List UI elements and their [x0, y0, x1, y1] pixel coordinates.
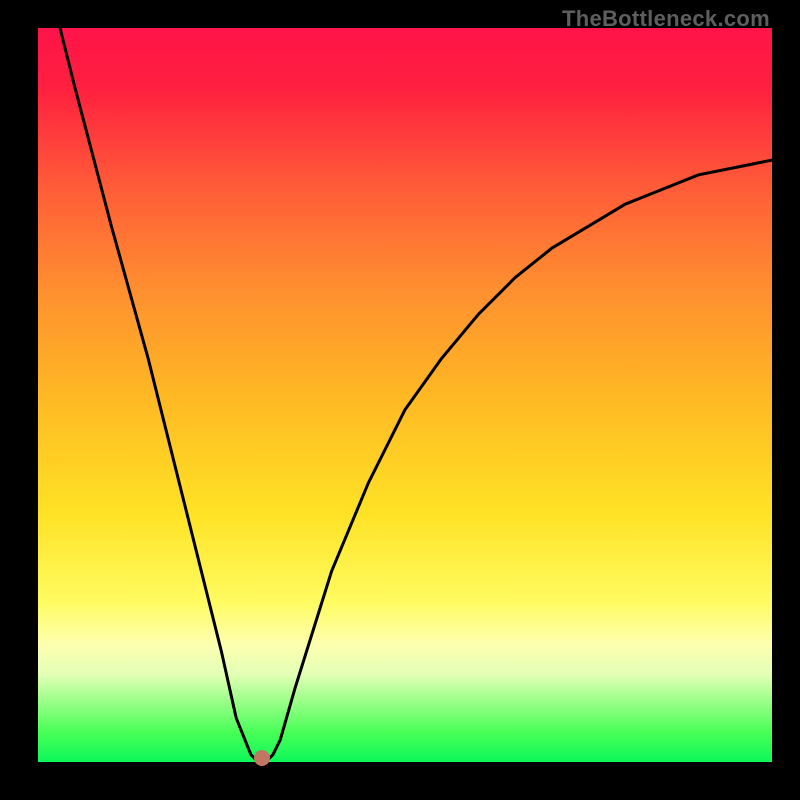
chart-frame: TheBottleneck.com: [0, 0, 800, 800]
plot-area: [38, 28, 772, 762]
bottleneck-curve: [38, 28, 772, 762]
optimal-point-marker: [254, 750, 270, 766]
